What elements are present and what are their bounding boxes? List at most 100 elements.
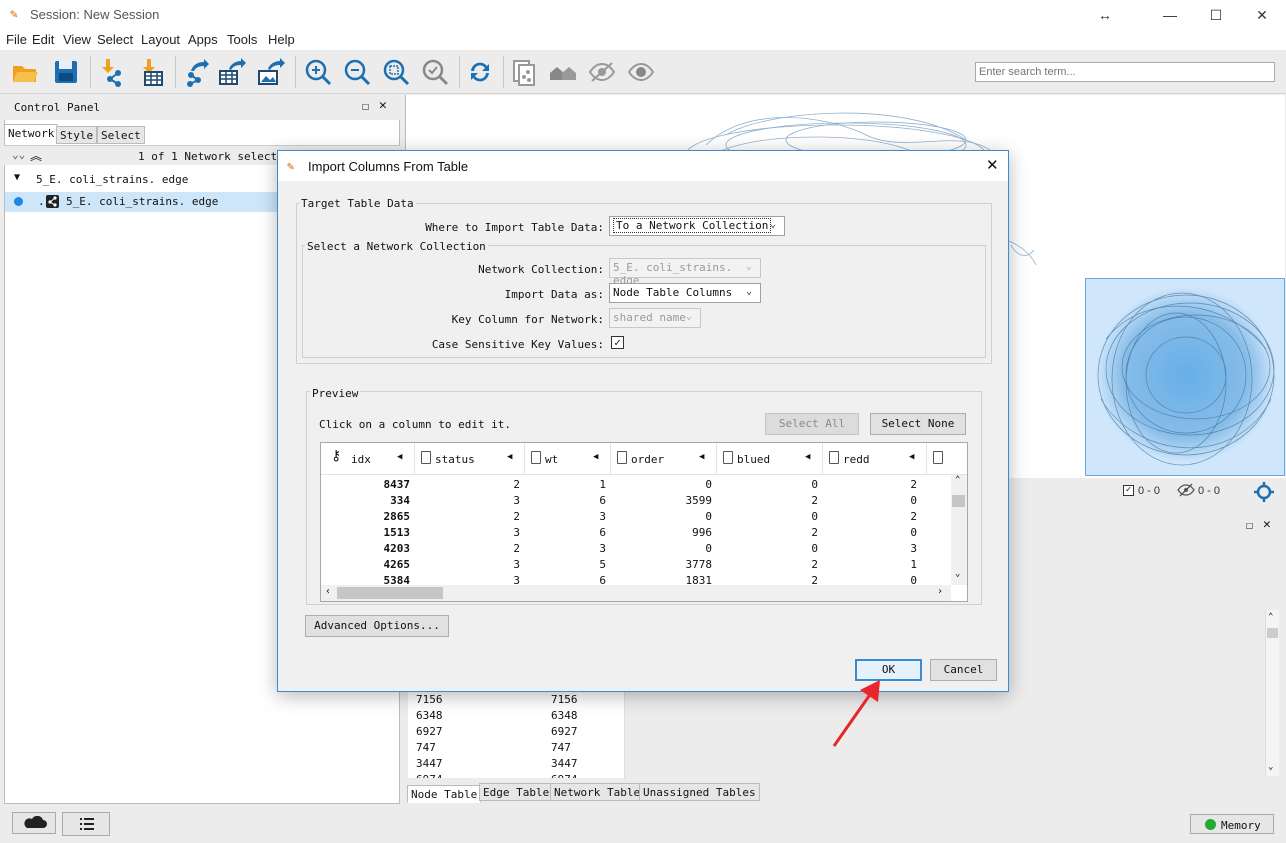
float-panel-icon[interactable]: ☐ xyxy=(362,99,369,113)
advanced-options-button[interactable]: Advanced Options... xyxy=(305,615,449,637)
import-network-icon[interactable] xyxy=(96,57,126,87)
column-header-idx[interactable]: ⚷ idx ◀ xyxy=(321,443,415,475)
zoom-out-icon[interactable] xyxy=(342,57,372,87)
open-folder-icon[interactable] xyxy=(10,57,40,87)
table-cell[interactable]: 6348 xyxy=(416,709,443,722)
refresh-icon[interactable] xyxy=(465,57,495,87)
select-none-button[interactable]: Select None xyxy=(870,413,966,435)
tab-network[interactable]: Network xyxy=(4,124,59,142)
save-icon[interactable] xyxy=(51,57,81,87)
control-panel-title: Control Panel xyxy=(14,101,101,114)
menu-help[interactable]: Help xyxy=(268,32,295,47)
tab-select[interactable]: Select xyxy=(97,126,145,144)
column-menu-arrow-icon[interactable]: ◀ xyxy=(805,452,810,462)
preview-horizontal-scrollbar[interactable]: ‹ › xyxy=(321,585,951,601)
table-cell[interactable]: 3447 xyxy=(551,757,578,770)
collapse-triangle-icon[interactable]: ▼ xyxy=(14,172,20,183)
column-menu-arrow-icon[interactable]: ◀ xyxy=(699,452,704,462)
preview-table[interactable]: ⚷ idx ◀ status ◀ wt ◀ order ◀ blued ◀ re… xyxy=(320,442,968,602)
column-menu-arrow-icon[interactable]: ◀ xyxy=(507,452,512,462)
cancel-button[interactable]: Cancel xyxy=(930,659,997,681)
zoom-selected-icon[interactable] xyxy=(420,57,450,87)
network-overview-thumbnail[interactable] xyxy=(1085,278,1285,476)
resize-icon[interactable]: ↔ xyxy=(1082,0,1128,30)
table-cell[interactable]: 6348 xyxy=(551,709,578,722)
table-cell[interactable]: 7156 xyxy=(416,693,443,706)
network-tree-item-selected[interactable]: . 5_E. coli_strains. edge xyxy=(5,192,277,212)
import-as-label: Import Data as: xyxy=(504,288,604,301)
document-icon xyxy=(531,451,541,464)
import-table-icon[interactable] xyxy=(137,57,167,87)
task-list-button[interactable] xyxy=(62,812,110,836)
preview-row: 5384 3 6 1831 2 0 xyxy=(383,574,918,584)
table-cell[interactable]: 6974 xyxy=(551,773,578,778)
table-cell[interactable]: 6927 xyxy=(551,725,578,738)
export-image-icon[interactable] xyxy=(256,57,286,87)
tab-style[interactable]: Style xyxy=(56,126,98,144)
tab-node-table[interactable]: Node Table xyxy=(407,785,482,803)
maximize-button[interactable]: ☐ xyxy=(1193,0,1239,30)
column-menu-arrow-icon[interactable]: ◀ xyxy=(593,452,598,462)
menu-edit[interactable]: Edit xyxy=(32,32,54,47)
scrollbar-thumb[interactable] xyxy=(337,587,443,599)
search-input[interactable] xyxy=(975,62,1275,82)
export-network-icon[interactable] xyxy=(181,57,211,87)
table-cell[interactable]: 6927 xyxy=(416,725,443,738)
column-menu-arrow-icon[interactable]: ◀ xyxy=(397,452,402,462)
column-menu-arrow-icon[interactable]: ◀ xyxy=(909,452,914,462)
preview-group-label: Preview xyxy=(310,387,361,400)
export-table-icon[interactable] xyxy=(217,57,247,87)
table-cell[interactable]: 6974 xyxy=(416,773,443,778)
dialog-close-button[interactable]: ✕ xyxy=(986,156,999,174)
import-as-dropdown[interactable]: Node Table Columns ⌄ xyxy=(609,283,761,303)
menu-file[interactable]: File xyxy=(6,32,27,47)
float-table-panel-icon[interactable]: ☐ xyxy=(1246,518,1253,532)
column-header-status[interactable]: status ◀ xyxy=(415,443,525,475)
preview-vertical-scrollbar[interactable]: ⌃ ⌄ xyxy=(951,475,967,585)
close-window-button[interactable]: ✕ xyxy=(1239,0,1285,30)
network-tree-item[interactable]: ▼ 5_E. coli_strains. edge xyxy=(6,170,276,190)
column-header-order[interactable]: order ◀ xyxy=(611,443,717,475)
column-header-blued[interactable]: blued ◀ xyxy=(717,443,823,475)
scrollbar-thumb[interactable] xyxy=(952,495,965,507)
show-all-icon[interactable] xyxy=(626,57,656,87)
collapse-all-icon[interactable]: ︽ xyxy=(30,147,42,164)
table-cell[interactable]: 747 xyxy=(416,741,436,754)
memory-status-dot xyxy=(1205,819,1216,830)
table-cell[interactable]: 747 xyxy=(551,741,571,754)
network-collection-dropdown[interactable]: 5_E. coli_strains. edge ⌄ xyxy=(609,258,761,287)
fit-view-icon[interactable] xyxy=(1253,481,1275,506)
document-icon xyxy=(829,451,839,464)
table-cell[interactable]: 3447 xyxy=(416,757,443,770)
where-dropdown[interactable]: To a Network Collection ⌄ xyxy=(609,216,785,236)
zoom-fit-icon[interactable] xyxy=(381,57,411,87)
expand-all-icon[interactable]: ⌄⌄ xyxy=(12,148,25,161)
column-header-overflow[interactable] xyxy=(927,443,957,475)
case-sensitive-checkbox[interactable]: ✓ xyxy=(611,336,624,349)
canvas-status-bar: ✓ 0 - 0 0 - 0 xyxy=(1085,478,1285,506)
first-neighbors-icon[interactable] xyxy=(548,57,578,87)
cloud-button[interactable] xyxy=(12,812,56,834)
menu-view[interactable]: View xyxy=(63,32,91,47)
hide-selected-icon[interactable] xyxy=(587,57,617,87)
key-column-dropdown[interactable]: shared name ⌄ xyxy=(609,308,701,328)
zoom-in-icon[interactable] xyxy=(303,57,333,87)
menu-tools[interactable]: Tools xyxy=(227,32,257,47)
tab-unassigned-tables[interactable]: Unassigned Tables xyxy=(639,783,760,801)
select-all-button[interactable]: Select All xyxy=(765,413,859,435)
close-table-panel-icon[interactable]: ✕ xyxy=(1263,517,1271,532)
minimize-button[interactable]: — xyxy=(1147,0,1193,30)
close-panel-icon[interactable]: ✕ xyxy=(379,98,387,113)
new-network-from-selection-icon[interactable] xyxy=(509,57,539,87)
table-cell[interactable]: 7156 xyxy=(551,693,578,706)
menu-apps[interactable]: Apps xyxy=(188,32,218,47)
table-vertical-scrollbar[interactable]: ⌃ ⌄ xyxy=(1265,610,1279,776)
column-header-wt[interactable]: wt ◀ xyxy=(525,443,611,475)
tab-edge-table[interactable]: Edge Table xyxy=(479,783,554,801)
menu-select[interactable]: Select xyxy=(97,32,133,47)
memory-button[interactable]: Memory xyxy=(1190,814,1274,834)
column-header-redd[interactable]: redd ◀ xyxy=(823,443,927,475)
tab-network-table[interactable]: Network Table xyxy=(550,783,645,801)
case-sensitive-label: Case Sensitive Key Values: xyxy=(431,338,604,351)
menu-layout[interactable]: Layout xyxy=(141,32,180,47)
